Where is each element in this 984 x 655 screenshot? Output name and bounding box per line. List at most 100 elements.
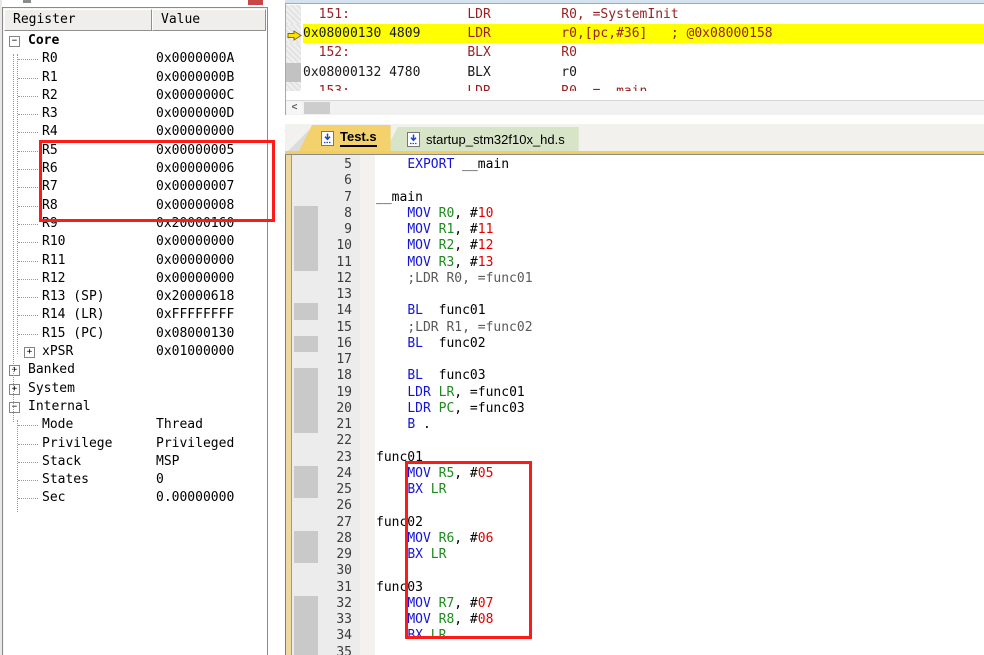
register-name: Core [28,33,60,48]
register-name: R15 (PC) [42,325,105,341]
code-token: B [407,417,416,432]
register-row-r10[interactable]: R10 0x00000000 [4,233,266,251]
line-number: 26 [336,498,352,514]
asm-file-icon [321,130,334,146]
scrollbar-thumb[interactable] [304,102,330,114]
register-row-banked[interactable]: + Banked [4,361,266,379]
code-line-23[interactable]: 23 func01 [292,450,984,466]
code-line-14[interactable]: 14 BL func01 [292,303,984,320]
register-column-header[interactable]: Register [4,9,152,31]
register-row-states[interactable]: States 0 [4,471,266,489]
register-row-sec[interactable]: Sec 0.00000000 [4,489,266,507]
code-line-24[interactable]: 24 MOV R5, #05 [292,465,984,482]
tree-connector [18,260,38,262]
code-line-5[interactable]: 5 EXPORT __main [292,157,984,173]
register-row-r15-pc-[interactable]: R15 (PC) 0x08000130 [4,325,266,343]
code-line-12[interactable]: 12 ;LDR R0, =func01 [292,271,984,287]
register-value: 0x00000000 [156,234,235,250]
code-line-29[interactable]: 29 BX LR [292,547,984,564]
disasm-row[interactable]: 0x08000132 4780 BLX r0 [286,62,984,82]
close-icon[interactable] [248,0,263,5]
code-line-17[interactable]: 17 [292,352,984,368]
code-line-30[interactable]: 30 [292,563,984,579]
register-row-r3[interactable]: R3 0x0000000D [4,105,266,123]
expand-icon[interactable]: + [9,383,20,395]
code-line-6[interactable]: 6 [292,173,984,189]
register-row-stack[interactable]: Stack MSP [4,453,266,471]
code-line-19[interactable]: 19 LDR LR, =func01 [292,384,984,401]
tree-connector [18,498,38,500]
expand-icon[interactable]: + [24,347,35,359]
code-token: ;LDR R0, =func01 [407,270,533,286]
register-row-r11[interactable]: R11 0x00000000 [4,252,266,270]
register-value: 0x0000000C [156,87,235,103]
code-line-28[interactable]: 28 MOV R6, #06 [292,530,984,547]
code-line-18[interactable]: 18 BL func03 [292,368,984,385]
code-line-21[interactable]: 21 B . [292,417,984,434]
code-line-8[interactable]: 8 MOV R0, #10 [292,205,984,222]
disasm-row[interactable]: 152: BLX R0 [286,43,984,63]
code-line-35[interactable]: 35 [292,644,984,655]
code-text: B . [376,417,430,433]
code-line-31[interactable]: 31 func03 [292,580,984,596]
register-name: Mode [42,417,74,433]
tab-test-s[interactable]: Test.s [299,125,391,151]
code-line-22[interactable]: 22 [292,433,984,449]
register-name: Sec [42,490,66,506]
register-row-r13-sp-[interactable]: R13 (SP) 0x20000618 [4,288,266,306]
disasm-row[interactable]: 153: LDR R0, =__main [286,81,984,91]
code-editor-area[interactable]: 5 EXPORT __main 6 7 __main 8 MOV R0, #10 9 MO… [292,155,984,655]
register-row-privilege[interactable]: Privilege Privileged [4,435,266,453]
tree-connector [18,205,38,207]
collapse-icon[interactable]: − [9,36,20,47]
disassembly-window: 151: LDR R0, =SystemInit 0x08000130 4809 … [285,3,984,115]
register-row-system[interactable]: + System [4,380,266,398]
line-number: 33 [336,612,352,627]
code-line-27[interactable]: 27 func02 [292,515,984,531]
register-row-xpsr[interactable]: + xPSR 0x01000000 [4,343,266,361]
code-line-16[interactable]: 16 BL func02 [292,335,984,352]
register-row-core[interactable]: − Core [4,32,266,50]
code-line-11[interactable]: 11 MOV R3, #13 [292,254,984,271]
code-line-20[interactable]: 20 LDR PC, =func03 [292,400,984,417]
disasm-row[interactable]: 0x08000130 4809 LDR r0,[pc,#36] ; @0x080… [286,24,984,44]
scroll-left-button[interactable]: < [287,102,302,114]
code-line-25[interactable]: 25 BX LR [292,482,984,499]
disasm-row[interactable]: 151: LDR R0, =SystemInit [286,5,984,25]
code-text: LDR PC, =func03 [376,401,524,417]
disassembly-hscrollbar[interactable]: < [286,100,984,115]
register-row-r14-lr-[interactable]: R14 (LR) 0xFFFFFFFF [4,306,266,324]
code-line-13[interactable]: 13 [292,287,984,303]
code-line-33[interactable]: 33 MOV R8, #08 [292,612,984,629]
register-row-r12[interactable]: R12 0x00000000 [4,270,266,288]
tree-connector [18,77,38,79]
register-row-mode[interactable]: Mode Thread [4,416,266,434]
code-line-7[interactable]: 7 __main [292,190,984,206]
register-row-internal[interactable]: − Internal [4,398,266,416]
line-number: 27 [336,514,352,530]
line-number: 24 [336,465,352,481]
register-row-r0[interactable]: R0 0x0000000A [4,50,266,68]
register-row-r2[interactable]: R2 0x0000000C [4,87,266,105]
line-number: 18 [336,368,352,384]
code-line-32[interactable]: 32 MOV R7, #07 [292,595,984,612]
code-line-34[interactable]: 34 BX LR [292,628,984,645]
code-line-15[interactable]: 15 ;LDR R1, =func02 [292,320,984,336]
tab-startup-stm32f10x-hd[interactable]: startup_stm32f10x_hd.s [385,127,579,151]
line-number: 7 [344,189,352,205]
code-line-10[interactable]: 10 MOV R2, #12 [292,238,984,255]
register-row-r1[interactable]: R1 0x0000000B [4,69,266,87]
code-line-9[interactable]: 9 MOV R1, #11 [292,222,984,239]
code-text: BL func02 [376,336,485,352]
tree-guide-line [13,54,14,422]
collapse-icon[interactable]: − [9,401,20,413]
expand-icon[interactable]: + [9,365,20,377]
code-token: , # [454,238,478,254]
tree-connector [18,297,38,299]
register-name: R10 [42,234,66,250]
code-line-26[interactable]: 26 [292,498,984,514]
value-column-header[interactable]: Value [152,9,266,31]
